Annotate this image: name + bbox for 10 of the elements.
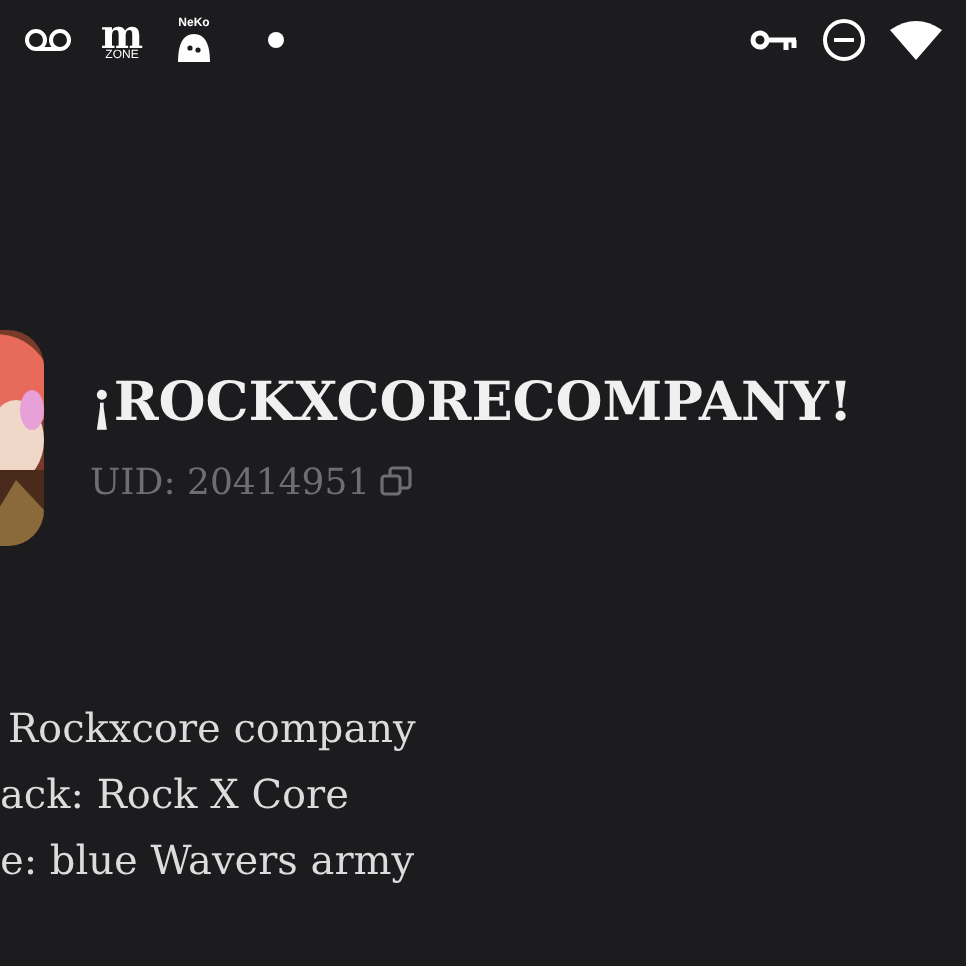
- profile-name: ¡ROCKXCORECOMPANY!: [90, 369, 853, 437]
- voicemail-icon: [24, 28, 72, 52]
- bio-line: ack: Rock X Core: [0, 768, 351, 822]
- bio-line: Rockxcore company: [6, 702, 418, 756]
- bio-line: e: blue Wavers army: [0, 834, 417, 888]
- wifi-icon: [890, 20, 942, 60]
- key-icon: [750, 28, 798, 52]
- copy-icon[interactable]: [380, 466, 413, 498]
- do-not-disturb-icon: [822, 18, 866, 62]
- user-id: UID: 20414951: [90, 459, 371, 507]
